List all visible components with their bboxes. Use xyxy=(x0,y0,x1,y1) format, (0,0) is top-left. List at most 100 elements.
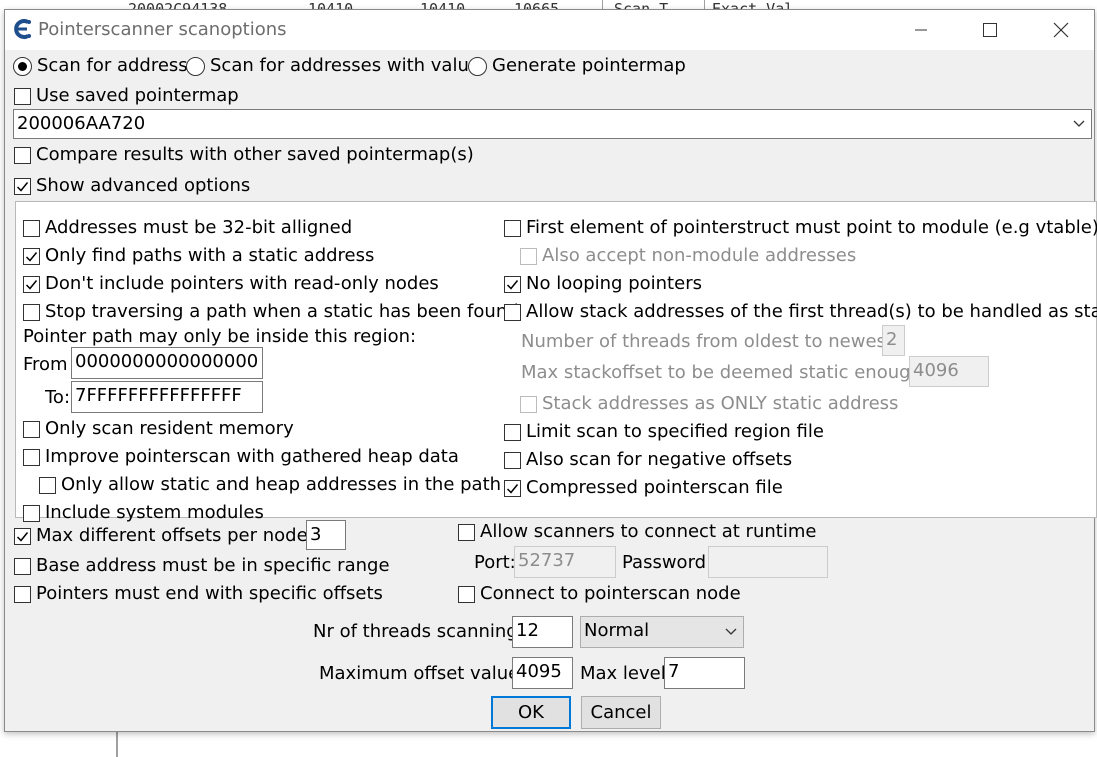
aligned-32bit-checkbox[interactable]: Addresses must be 32-bit alligned xyxy=(23,217,352,239)
checkbox-unchecked[interactable] xyxy=(14,87,31,105)
negative-offsets-checkbox[interactable]: Also scan for negative offsets xyxy=(504,449,792,471)
max-offsets-value: 3 xyxy=(310,524,322,545)
static-address-only-checkbox[interactable]: Only find paths with a static address xyxy=(23,245,374,267)
max-offsets-input[interactable]: 3 xyxy=(306,520,346,550)
checkbox-unchecked[interactable] xyxy=(14,585,31,603)
allow-scanners-checkbox[interactable]: Allow scanners to connect at runtime xyxy=(458,521,816,543)
connect-node-checkbox[interactable]: Connect to pointerscan node xyxy=(458,583,741,605)
static-heap-only-checkbox[interactable]: Only allow static and heap addresses in … xyxy=(39,474,501,496)
checkbox-label: Max different offsets per node: xyxy=(36,525,314,546)
checkbox-checked[interactable] xyxy=(504,275,521,293)
max-level-input[interactable]: 7 xyxy=(664,657,745,689)
minimize-icon xyxy=(915,29,927,31)
checkbox-label: Limit scan to specified region file xyxy=(526,421,824,442)
thread-priority-select[interactable]: Normal xyxy=(580,616,744,648)
threads-label-text: Nr of threads scanning: xyxy=(313,621,524,642)
checkbox-unchecked[interactable] xyxy=(504,219,521,237)
use-saved-pointermap-checkbox[interactable]: Use saved pointermap xyxy=(14,85,239,107)
no-readonly-nodes-checkbox[interactable]: Don't include pointers with read-only no… xyxy=(23,273,439,295)
cancel-button-label: Cancel xyxy=(590,702,652,723)
compare-results-checkbox[interactable]: Compare results with other saved pointer… xyxy=(14,144,474,166)
ok-button[interactable]: OK xyxy=(491,696,571,729)
region-label-text: Pointer path may only be inside this reg… xyxy=(23,326,417,347)
port-value: 52737 xyxy=(518,550,576,571)
checkbox-checked[interactable] xyxy=(14,177,31,195)
checkbox-unchecked[interactable] xyxy=(23,504,40,522)
radio-unselected[interactable] xyxy=(186,56,205,76)
resident-memory-checkbox[interactable]: Only scan resident memory xyxy=(23,418,294,440)
checkbox-label: Allow scanners to connect at runtime xyxy=(480,521,817,542)
check-icon xyxy=(16,181,29,192)
checkbox-checked[interactable] xyxy=(504,479,521,497)
checkbox-label: Only scan resident memory xyxy=(45,418,294,439)
show-advanced-checkbox[interactable]: Show advanced options xyxy=(14,175,250,197)
checkbox-unchecked[interactable] xyxy=(458,585,475,603)
checkbox-checked[interactable] xyxy=(23,275,40,293)
thread-priority-value: Normal xyxy=(584,620,650,641)
to-address-input[interactable]: 7FFFFFFFFFFFFFFF xyxy=(71,381,263,413)
stackoffset-input[interactable]: 4096 xyxy=(909,356,989,387)
checkbox-unchecked[interactable] xyxy=(23,219,40,237)
checkbox-unchecked[interactable] xyxy=(23,303,40,321)
background-divider xyxy=(602,0,603,9)
max-offset-label: Maximum offset value: xyxy=(319,663,525,685)
max-offset-input[interactable]: 4095 xyxy=(512,657,573,689)
system-modules-checkbox[interactable]: Include system modules xyxy=(23,502,264,524)
first-element-module-checkbox[interactable]: First element of pointerstruct must poin… xyxy=(504,217,1097,239)
maximize-button[interactable] xyxy=(967,10,1013,50)
non-module-addresses-checkbox[interactable]: Also accept non-module addresses xyxy=(520,245,856,267)
checkbox-checked[interactable] xyxy=(23,247,40,265)
stack-only-static-checkbox[interactable]: Stack addresses as ONLY static address xyxy=(520,393,898,415)
check-icon xyxy=(16,531,29,542)
threads-oldest-input[interactable]: 2 xyxy=(882,325,905,356)
end-offsets-checkbox[interactable]: Pointers must end with specific offsets xyxy=(14,583,383,605)
checkbox-unchecked[interactable] xyxy=(39,476,56,494)
base-range-checkbox[interactable]: Base address must be in specific range xyxy=(14,555,390,577)
heap-data-checkbox[interactable]: Improve pointerscan with gathered heap d… xyxy=(23,446,459,468)
radio-unselected[interactable] xyxy=(468,56,487,76)
cancel-button[interactable]: Cancel xyxy=(581,696,661,729)
checkbox-unchecked[interactable] xyxy=(504,303,521,321)
minimize-button[interactable] xyxy=(898,10,944,50)
radio-generate-pointermap[interactable]: Generate pointermap xyxy=(468,55,686,77)
max-offset-label-text: Maximum offset value: xyxy=(319,663,526,684)
checkbox-checked[interactable] xyxy=(14,527,31,545)
checkbox-unchecked[interactable] xyxy=(14,146,31,164)
close-button[interactable] xyxy=(1038,10,1084,50)
checkbox-disabled[interactable] xyxy=(520,247,537,265)
checkbox-disabled[interactable] xyxy=(520,395,537,413)
checkbox-unchecked[interactable] xyxy=(23,420,40,438)
checkbox-unchecked[interactable] xyxy=(504,451,521,469)
checkbox-unchecked[interactable] xyxy=(504,423,521,441)
radio-scan-for-value[interactable]: Scan for addresses with value xyxy=(186,55,480,77)
checkbox-unchecked[interactable] xyxy=(23,448,40,466)
threads-input[interactable]: 12 xyxy=(512,616,573,648)
background-divider xyxy=(704,0,705,9)
checkbox-label: Include system modules xyxy=(45,502,264,523)
radio-scan-for-address[interactable]: Scan for address xyxy=(13,55,188,77)
checkbox-label: Base address must be in specific range xyxy=(36,555,390,576)
port-input[interactable]: 52737 xyxy=(514,546,616,578)
checkbox-unchecked[interactable] xyxy=(458,523,475,541)
password-input[interactable] xyxy=(708,546,828,578)
stack-static-checkbox[interactable]: Allow stack addresses of the first threa… xyxy=(504,301,1097,323)
address-combo[interactable]: 200006AA720 xyxy=(13,109,1092,139)
from-address-input[interactable]: 0000000000000000 xyxy=(71,347,263,379)
chevron-down-icon xyxy=(1073,110,1085,138)
from-label: From xyxy=(23,354,68,376)
limit-region-checkbox[interactable]: Limit scan to specified region file xyxy=(504,421,824,443)
checkbox-unchecked[interactable] xyxy=(14,557,31,575)
max-offsets-checkbox[interactable]: Max different offsets per node: xyxy=(14,525,314,547)
threads-oldest-value: 2 xyxy=(886,329,898,350)
radio-selected[interactable] xyxy=(13,56,32,76)
no-looping-checkbox[interactable]: No looping pointers xyxy=(504,273,702,295)
stop-traversing-checkbox[interactable]: Stop traversing a path when a static has… xyxy=(23,301,519,323)
compressed-checkbox[interactable]: Compressed pointerscan file xyxy=(504,477,783,499)
region-label: Pointer path may only be inside this reg… xyxy=(23,326,416,348)
from-label-text: From xyxy=(23,354,68,375)
checkbox-label: Compare results with other saved pointer… xyxy=(36,144,474,165)
port-label: Port: xyxy=(474,552,516,574)
stackoffset-value: 4096 xyxy=(913,360,959,381)
checkbox-label: Only allow static and heap addresses in … xyxy=(61,474,502,495)
radio-label: Scan for address xyxy=(37,55,188,76)
